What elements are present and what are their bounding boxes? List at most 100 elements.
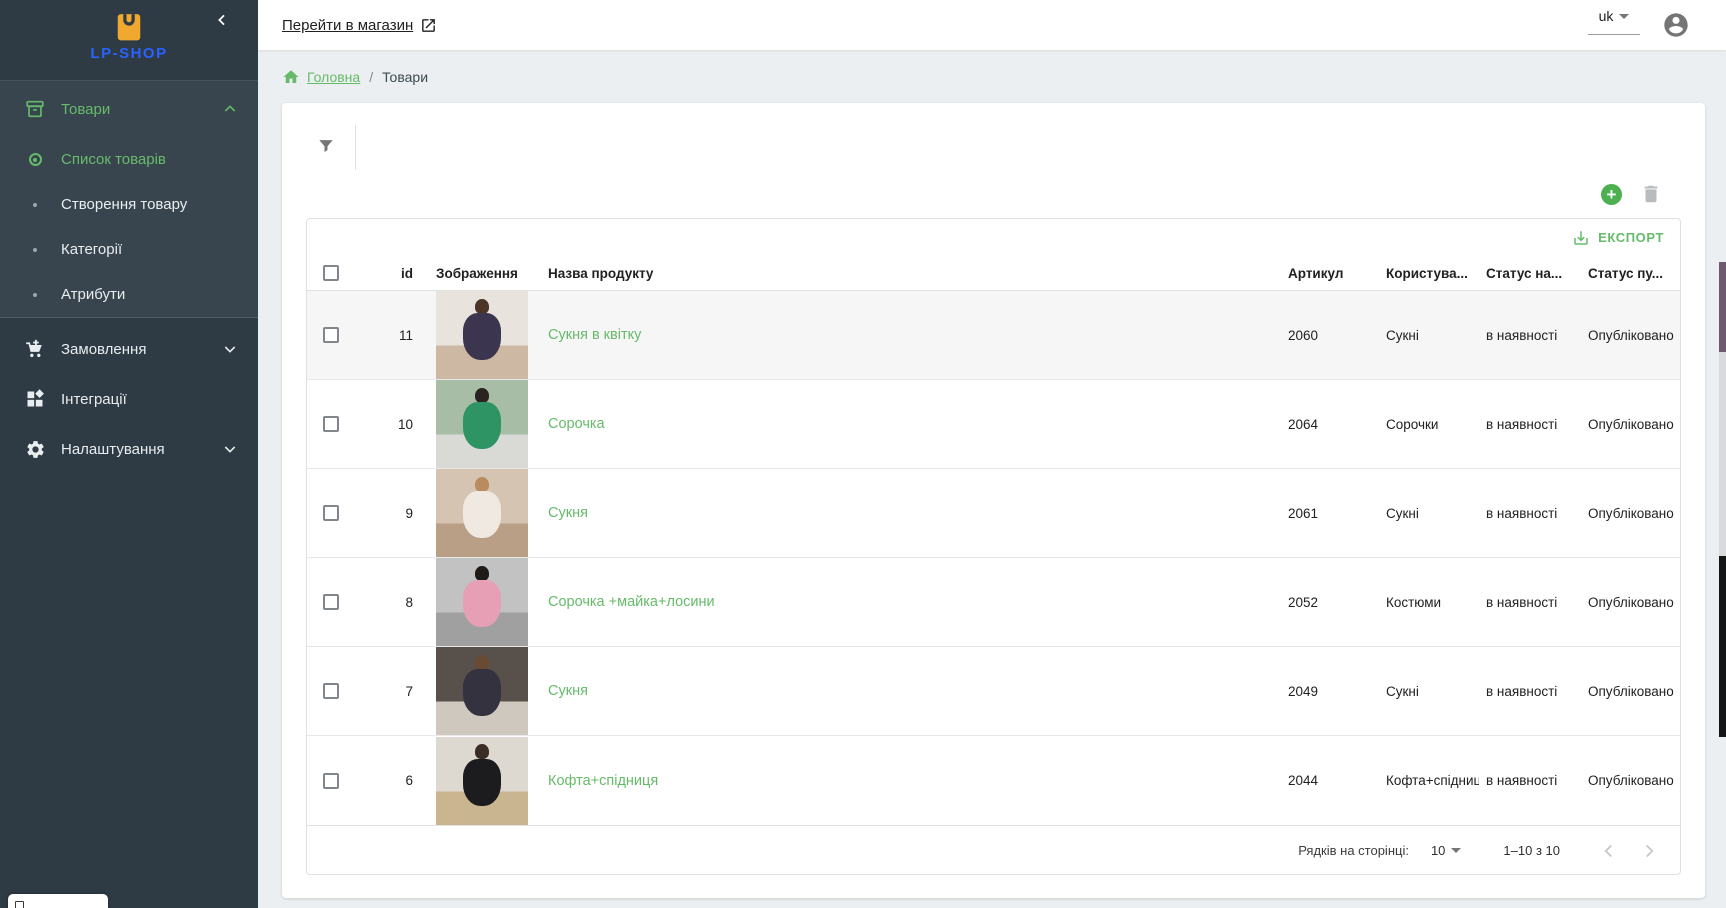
- product-name-link[interactable]: Сукня: [548, 505, 588, 521]
- column-header-image[interactable]: Зображення: [415, 266, 541, 281]
- cell-stock-status: в наявності: [1479, 417, 1581, 432]
- widget-glyph-icon: [15, 901, 24, 908]
- cell-id: 8: [355, 595, 415, 610]
- previous-page-button[interactable]: [1598, 839, 1622, 863]
- sidebar-item-create-product[interactable]: Створення товару: [0, 182, 258, 227]
- cell-sku: 2064: [1281, 417, 1379, 432]
- column-header-id[interactable]: id: [355, 266, 415, 281]
- sidebar-item-label: Товари: [61, 101, 110, 118]
- download-icon: [1572, 229, 1590, 247]
- export-button[interactable]: ЕКСПОРТ: [1572, 229, 1664, 247]
- product-image: [436, 291, 528, 379]
- cell-category: Сукні: [1379, 684, 1479, 699]
- row-checkbox[interactable]: [323, 416, 339, 432]
- table-row: 9 Сукня 2061 Сукні в наявності Опубліков…: [307, 469, 1680, 558]
- language-select[interactable]: uk: [1588, 8, 1640, 35]
- table-row: 6 Кофта+спідниця 2044 Кофта+спідниц в на…: [307, 736, 1680, 825]
- cell-publish-status: Опубліковано: [1581, 595, 1681, 610]
- sidebar-item-products[interactable]: Товари: [0, 81, 258, 137]
- external-link-icon: [420, 17, 437, 34]
- rows-per-page-value: 10: [1431, 843, 1445, 858]
- cell-stock-status: в наявності: [1479, 506, 1581, 521]
- sidebar-item-label: Інтеграції: [61, 391, 127, 408]
- sidebar-item-label: Замовлення: [61, 341, 146, 358]
- bullet-icon: [24, 194, 46, 216]
- language-value: uk: [1599, 8, 1614, 24]
- products-card: + ЕКСПОРТ id Зображення Н: [282, 103, 1705, 898]
- row-checkbox[interactable]: [323, 505, 339, 521]
- delete-selected-button[interactable]: [1640, 182, 1664, 206]
- radio-selected-icon: [24, 149, 46, 171]
- chevron-down-icon: [222, 341, 238, 357]
- cell-id: 6: [355, 773, 415, 788]
- next-page-button[interactable]: [1638, 839, 1662, 863]
- product-image: [436, 737, 528, 825]
- trash-icon: [1640, 183, 1662, 205]
- cell-sku: 2060: [1281, 328, 1379, 343]
- right-edge-sliver: [1719, 262, 1726, 737]
- column-header-stock-status[interactable]: Статус на...: [1479, 266, 1581, 281]
- cell-sku: 2044: [1281, 773, 1379, 788]
- caret-down-icon: [1451, 848, 1461, 853]
- row-checkbox[interactable]: [323, 327, 339, 343]
- select-all-checkbox[interactable]: [323, 265, 339, 281]
- product-name-link[interactable]: Кофта+спідниця: [548, 773, 658, 789]
- column-header-category[interactable]: Користува...: [1379, 266, 1479, 281]
- sidebar-item-attributes[interactable]: Атрибути: [0, 272, 258, 317]
- product-name-link[interactable]: Сорочка: [548, 416, 605, 432]
- sidebar-item-label: Атрибути: [61, 286, 125, 303]
- products-table: ЕКСПОРТ id Зображення Назва продукту Арт…: [306, 218, 1681, 875]
- sidebar-item-product-list[interactable]: Список товарів: [0, 137, 258, 182]
- cell-sku: 2052: [1281, 595, 1379, 610]
- product-name-link[interactable]: Сорочка +майка+лосини: [548, 594, 715, 610]
- account-button[interactable]: [1662, 11, 1690, 39]
- bullet-icon: [24, 284, 46, 306]
- sidebar-item-orders[interactable]: Замовлення: [0, 324, 258, 374]
- cell-publish-status: Опубліковано: [1581, 417, 1681, 432]
- product-name-link[interactable]: Сукня в квітку: [548, 327, 641, 343]
- rows-per-page-label: Рядків на сторінці:: [1298, 843, 1409, 858]
- row-checkbox[interactable]: [323, 683, 339, 699]
- sidebar-item-integrations[interactable]: Інтеграції: [0, 374, 258, 424]
- row-checkbox[interactable]: [323, 594, 339, 610]
- sidebar-item-categories[interactable]: Категорії: [0, 227, 258, 272]
- column-header-sku[interactable]: Артикул: [1281, 266, 1379, 281]
- cell-id: 10: [355, 417, 415, 432]
- sidebar-collapse-button[interactable]: [214, 8, 238, 32]
- column-header-publish-status[interactable]: Статус пу...: [1581, 266, 1681, 281]
- cart-icon: [24, 338, 46, 360]
- products-box-icon: [24, 98, 46, 120]
- cell-category: Сукні: [1379, 506, 1479, 521]
- sidebar-logo: LP-SHOP: [0, 0, 258, 81]
- add-product-button[interactable]: +: [1601, 184, 1622, 205]
- column-header-name[interactable]: Назва продукту: [541, 266, 1281, 281]
- export-bar: ЕКСПОРТ: [307, 219, 1680, 256]
- select-underline: [1588, 34, 1640, 35]
- breadcrumb-home-link[interactable]: Головна: [282, 68, 360, 86]
- caret-down-icon: [1619, 14, 1629, 19]
- topbar: Перейти в магазин uk: [258, 0, 1726, 50]
- logo-text: LP-SHOP: [0, 45, 258, 62]
- export-label: ЕКСПОРТ: [1598, 230, 1664, 245]
- go-to-store-link[interactable]: Перейти в магазин: [282, 17, 437, 34]
- cell-stock-status: в наявності: [1479, 773, 1581, 788]
- filter-button[interactable]: [316, 134, 340, 158]
- chevron-left-icon: [1598, 840, 1620, 862]
- sidebar-item-settings[interactable]: Налаштування: [0, 424, 258, 474]
- cell-stock-status: в наявності: [1479, 684, 1581, 699]
- rows-per-page-select[interactable]: 10: [1431, 843, 1461, 858]
- breadcrumb-separator: /: [369, 69, 373, 85]
- shopping-bag-logo-icon: [114, 9, 144, 43]
- cell-category: Сорочки: [1379, 417, 1479, 432]
- breadcrumb-current: Товари: [382, 69, 428, 85]
- account-circle-icon: [1662, 11, 1690, 39]
- product-name-link[interactable]: Сукня: [548, 683, 588, 699]
- breadcrumb-home-label: Головна: [307, 69, 360, 85]
- cell-category: Кофта+спідниц: [1379, 773, 1479, 788]
- product-image: [436, 380, 528, 468]
- sidebar-group-products: Товари Список товарів Створення товару К…: [0, 81, 258, 318]
- admin-app: LP-SHOP Товари Список товарів: [0, 0, 1726, 908]
- row-checkbox[interactable]: [323, 773, 339, 789]
- chevron-right-icon: [1638, 840, 1660, 862]
- cell-sku: 2049: [1281, 684, 1379, 699]
